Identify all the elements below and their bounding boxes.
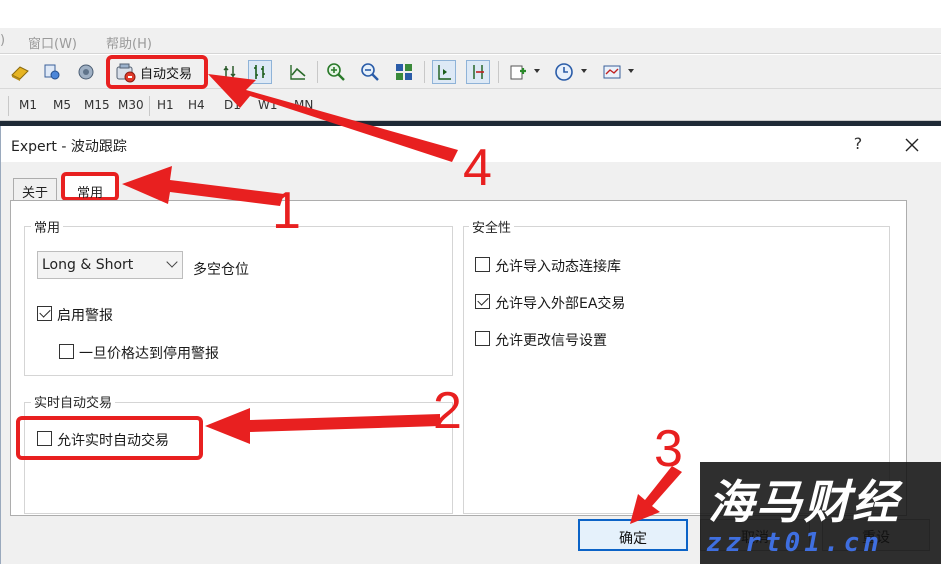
tab-common[interactable]: 常用 — [61, 172, 119, 201]
line-chart-icon[interactable] — [286, 60, 310, 84]
watermark-url: zzrt01.cn — [706, 528, 883, 558]
timeframe-h4[interactable]: H4 — [188, 98, 205, 112]
auto-trading-label: 自动交易 — [140, 66, 193, 82]
timeframe-m1[interactable]: M1 — [19, 98, 37, 112]
allow-external-ea-checkbox[interactable] — [475, 294, 490, 309]
chevron-down-icon — [166, 256, 178, 268]
position-label: 多空仓位 — [193, 262, 249, 278]
profiles-icon[interactable] — [8, 60, 32, 84]
timeframe-m5[interactable]: M5 — [53, 98, 71, 112]
window-top-area — [0, 0, 941, 28]
chart-shift-icon[interactable] — [218, 60, 242, 84]
menu-window[interactable]: 窗口(W) — [28, 33, 77, 52]
allow-dll-checkbox[interactable] — [475, 257, 490, 272]
market-watch-icon[interactable] — [40, 60, 64, 84]
timeframe-m15[interactable]: M15 — [84, 98, 110, 112]
allow-signal-settings-label: 允许更改信号设置 — [495, 333, 607, 349]
periods-icon[interactable] — [552, 60, 576, 84]
auto-trading-button[interactable]: 自动交易 — [106, 55, 208, 89]
dialog-tabs: 关于 常用 — [1, 162, 941, 201]
watermark: 海马财经 zzrt01.cn — [700, 462, 941, 564]
highlight-box-live-trading — [16, 416, 203, 460]
allow-signal-settings-checkbox[interactable] — [475, 331, 490, 346]
security-group-label: 安全性 — [469, 217, 515, 236]
tab-about[interactable]: 关于 — [13, 178, 57, 201]
indicators-icon[interactable] — [506, 60, 530, 84]
tile-windows-icon[interactable] — [392, 60, 416, 84]
bar-chart-icon[interactable] — [248, 60, 272, 84]
timeframe-toolbar: M1 M5 M15 M30 H1 H4 D1 W1 MN — [0, 89, 941, 121]
timeframe-w1[interactable]: W1 — [258, 98, 278, 112]
allow-external-ea-label: 允许导入外部EA交易 — [495, 296, 626, 312]
enable-alerts-label: 启用警报 — [57, 308, 113, 324]
zoom-in-icon[interactable] — [324, 60, 348, 84]
common-group-label: 常用 — [31, 217, 64, 236]
chart-shift-toggle-icon[interactable] — [466, 60, 490, 84]
disable-on-stop-checkbox[interactable] — [59, 344, 74, 359]
menu-help[interactable]: 帮助(H) — [106, 33, 152, 52]
position-select[interactable]: Long & Short — [37, 251, 183, 279]
help-button[interactable]: ? — [849, 134, 867, 153]
zoom-out-icon[interactable] — [358, 60, 382, 84]
menu-bar: ) 窗口(W) 帮助(H) — [0, 28, 941, 54]
close-icon[interactable] — [901, 134, 923, 156]
auto-trading-icon — [116, 63, 136, 83]
templates-icon[interactable] — [600, 60, 624, 84]
timeframe-h1[interactable]: H1 — [157, 98, 174, 112]
navigator-icon[interactable] — [74, 60, 98, 84]
position-select-value: Long & Short — [42, 257, 134, 273]
dialog-title: Expert - 波动跟踪 — [11, 139, 127, 155]
timeframe-m30[interactable]: M30 — [118, 98, 144, 112]
disable-on-stop-label: 一旦价格达到停用警报 — [79, 346, 219, 362]
live-trading-group-label: 实时自动交易 — [31, 392, 116, 411]
watermark-title: 海马财经 — [708, 475, 900, 529]
dialog-title-bar: Expert - 波动跟踪 ? — [1, 126, 941, 162]
enable-alerts-checkbox[interactable] — [37, 306, 52, 321]
timeframe-mn[interactable]: MN — [294, 98, 313, 112]
ok-button[interactable]: 确定 — [578, 519, 688, 551]
timeframe-d1[interactable]: D1 — [224, 98, 241, 112]
menu-fragment: ) — [0, 33, 6, 48]
allow-dll-label: 允许导入动态连接库 — [495, 259, 621, 275]
auto-scroll-icon[interactable] — [432, 60, 456, 84]
